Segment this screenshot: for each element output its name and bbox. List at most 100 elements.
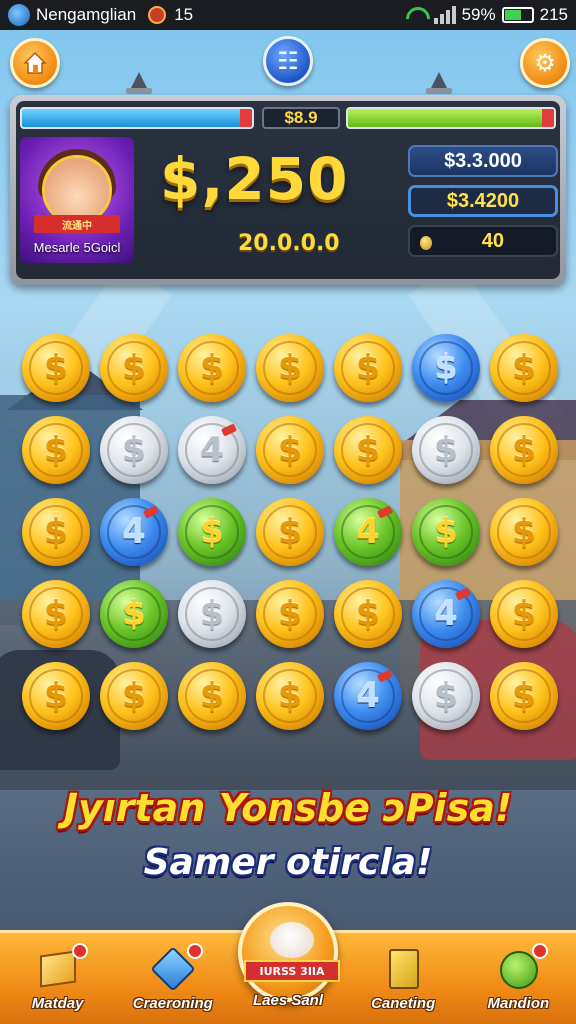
coin-symbol: $ bbox=[356, 348, 380, 388]
coin-silver[interactable]: $ bbox=[100, 416, 168, 484]
coin-symbol: $ bbox=[434, 430, 458, 470]
nav-label: Matday bbox=[31, 995, 84, 1012]
coin-symbol: $ bbox=[512, 676, 536, 716]
coin-gold[interactable]: $ bbox=[100, 662, 168, 730]
coin-symbol: 4 bbox=[122, 512, 146, 552]
coin-symbol: 4 bbox=[200, 430, 224, 470]
coin-gold[interactable]: $ bbox=[256, 498, 324, 566]
coin-symbol: $ bbox=[278, 512, 302, 552]
notification-badge bbox=[532, 943, 549, 959]
coin-gold[interactable]: $ bbox=[22, 334, 90, 402]
coin-gold[interactable]: $ bbox=[22, 580, 90, 648]
clock: 215 bbox=[539, 5, 568, 24]
nav-item-laes-sanl[interactable]: IURSS 3IIA bbox=[238, 902, 340, 1002]
fortune-cookie-icon bbox=[270, 922, 314, 958]
ticket-tag-icon bbox=[376, 669, 394, 683]
settings-button[interactable]: ⚙ bbox=[520, 38, 570, 88]
coin-symbol: $ bbox=[512, 348, 536, 388]
coin-blue[interactable]: 4 bbox=[412, 580, 480, 648]
coin-green[interactable]: $ bbox=[178, 498, 246, 566]
notification-count: 15 bbox=[174, 5, 194, 24]
coin-symbol: $ bbox=[122, 594, 146, 634]
coin-symbol: $ bbox=[512, 512, 536, 552]
coin-gold[interactable]: $ bbox=[256, 580, 324, 648]
coin-gold[interactable]: $ bbox=[334, 580, 402, 648]
coin-silver[interactable]: $ bbox=[178, 580, 246, 648]
coin-gold[interactable]: $ bbox=[256, 334, 324, 402]
energy-bar bbox=[20, 107, 254, 129]
coin-symbol: 4 bbox=[434, 594, 458, 634]
home-button[interactable] bbox=[10, 38, 60, 88]
coin-gold[interactable]: $ bbox=[334, 334, 402, 402]
coin-gold[interactable]: $ bbox=[334, 416, 402, 484]
nav-item-craeroning[interactable]: Craeroning bbox=[123, 943, 223, 1012]
coin-symbol: $ bbox=[278, 594, 302, 634]
battery-fill bbox=[504, 10, 522, 20]
coin-gold[interactable]: $ bbox=[490, 662, 558, 730]
nav-item-matday[interactable]: Matday bbox=[8, 943, 108, 1012]
coin-gold[interactable]: $ bbox=[490, 498, 558, 566]
nav-item-caneting[interactable]: Caneting bbox=[353, 947, 453, 1012]
coin-blue[interactable]: $ bbox=[412, 334, 480, 402]
coin-symbol: $ bbox=[200, 348, 224, 388]
coin-symbol: $ bbox=[44, 348, 68, 388]
coin-symbol: $ bbox=[434, 348, 458, 388]
coin-symbol: $ bbox=[434, 676, 458, 716]
notification-badge bbox=[186, 943, 203, 959]
wifi-icon bbox=[404, 7, 426, 23]
coin-blue[interactable]: 4 bbox=[334, 662, 402, 730]
signal-icon bbox=[433, 6, 456, 24]
coin-symbol: $ bbox=[356, 594, 380, 634]
ticket-tag-icon bbox=[454, 587, 472, 601]
status-app-name: Nengamglian bbox=[36, 5, 137, 24]
coin-symbol: $ bbox=[278, 430, 302, 470]
coin-symbol: 4 bbox=[356, 512, 380, 552]
coin-gold[interactable]: $ bbox=[256, 662, 324, 730]
coin-symbol: 4 bbox=[356, 676, 380, 716]
ticket-tag-icon bbox=[220, 423, 238, 437]
coin-gold[interactable]: $ bbox=[178, 334, 246, 402]
coin-gold[interactable]: $ bbox=[490, 416, 558, 484]
coin-blue[interactable]: 4 bbox=[100, 498, 168, 566]
nav-label: Craeroning bbox=[132, 995, 213, 1012]
coin-symbol: $ bbox=[122, 676, 146, 716]
coin-gold[interactable]: $ bbox=[490, 334, 558, 402]
coin-gold[interactable]: $ bbox=[256, 416, 324, 484]
coin-symbol: $ bbox=[122, 348, 146, 388]
stats-panel: $8.9 流通中 Mesarle 5Goicl $,250 20.0.0.0 $… bbox=[10, 95, 566, 285]
coin-green[interactable]: $ bbox=[412, 498, 480, 566]
nav-center-ribbon: IURSS 3IIA bbox=[244, 960, 340, 982]
coin-grid: $ $ $ $ $ $ $ $ $4 $ $ $ $ $4 $ $4 $ $ $ $ $ $ $4 $ $ $ $ $4 $ $ bbox=[17, 332, 563, 740]
coin-gold[interactable]: $ bbox=[100, 334, 168, 402]
coin-gold[interactable]: $ bbox=[22, 498, 90, 566]
coin-silver[interactable]: $ bbox=[412, 416, 480, 484]
coin-green[interactable]: 4 bbox=[334, 498, 402, 566]
promo-subheadline: Samer otircla! bbox=[143, 842, 433, 883]
coin-gold[interactable]: $ bbox=[178, 662, 246, 730]
coin-green[interactable]: $ bbox=[100, 580, 168, 648]
menu-button[interactable]: ☷ bbox=[263, 36, 313, 86]
coin-symbol: $ bbox=[122, 430, 146, 470]
coin-silver[interactable]: 4 bbox=[178, 416, 246, 484]
coin-symbol: $ bbox=[44, 676, 68, 716]
battery-icon bbox=[501, 7, 534, 23]
stat-box-2: $3.4200 bbox=[408, 185, 558, 217]
money-total: $,250 bbox=[160, 145, 349, 213]
coin-silver[interactable]: $ bbox=[412, 662, 480, 730]
nav-item-mandion[interactable]: Mandion bbox=[468, 943, 568, 1012]
box-icon bbox=[39, 950, 76, 988]
coin-symbol: $ bbox=[278, 676, 302, 716]
coin-gold[interactable]: $ bbox=[22, 662, 90, 730]
coin-symbol: $ bbox=[512, 430, 536, 470]
ticket-tag-icon bbox=[376, 505, 394, 519]
player-avatar[interactable]: 流通中 Mesarle 5Goicl bbox=[20, 137, 134, 263]
coin-gold[interactable]: $ bbox=[490, 580, 558, 648]
home-icon bbox=[23, 51, 47, 74]
ticket-tag-icon bbox=[142, 505, 160, 519]
coin-gold[interactable]: $ bbox=[22, 416, 90, 484]
coin-icon bbox=[420, 236, 432, 250]
settings-icon: ⚙ bbox=[534, 49, 556, 77]
coin-symbol: $ bbox=[278, 348, 302, 388]
coin-symbol: $ bbox=[44, 430, 68, 470]
bar-value: $8.9 bbox=[262, 107, 340, 129]
